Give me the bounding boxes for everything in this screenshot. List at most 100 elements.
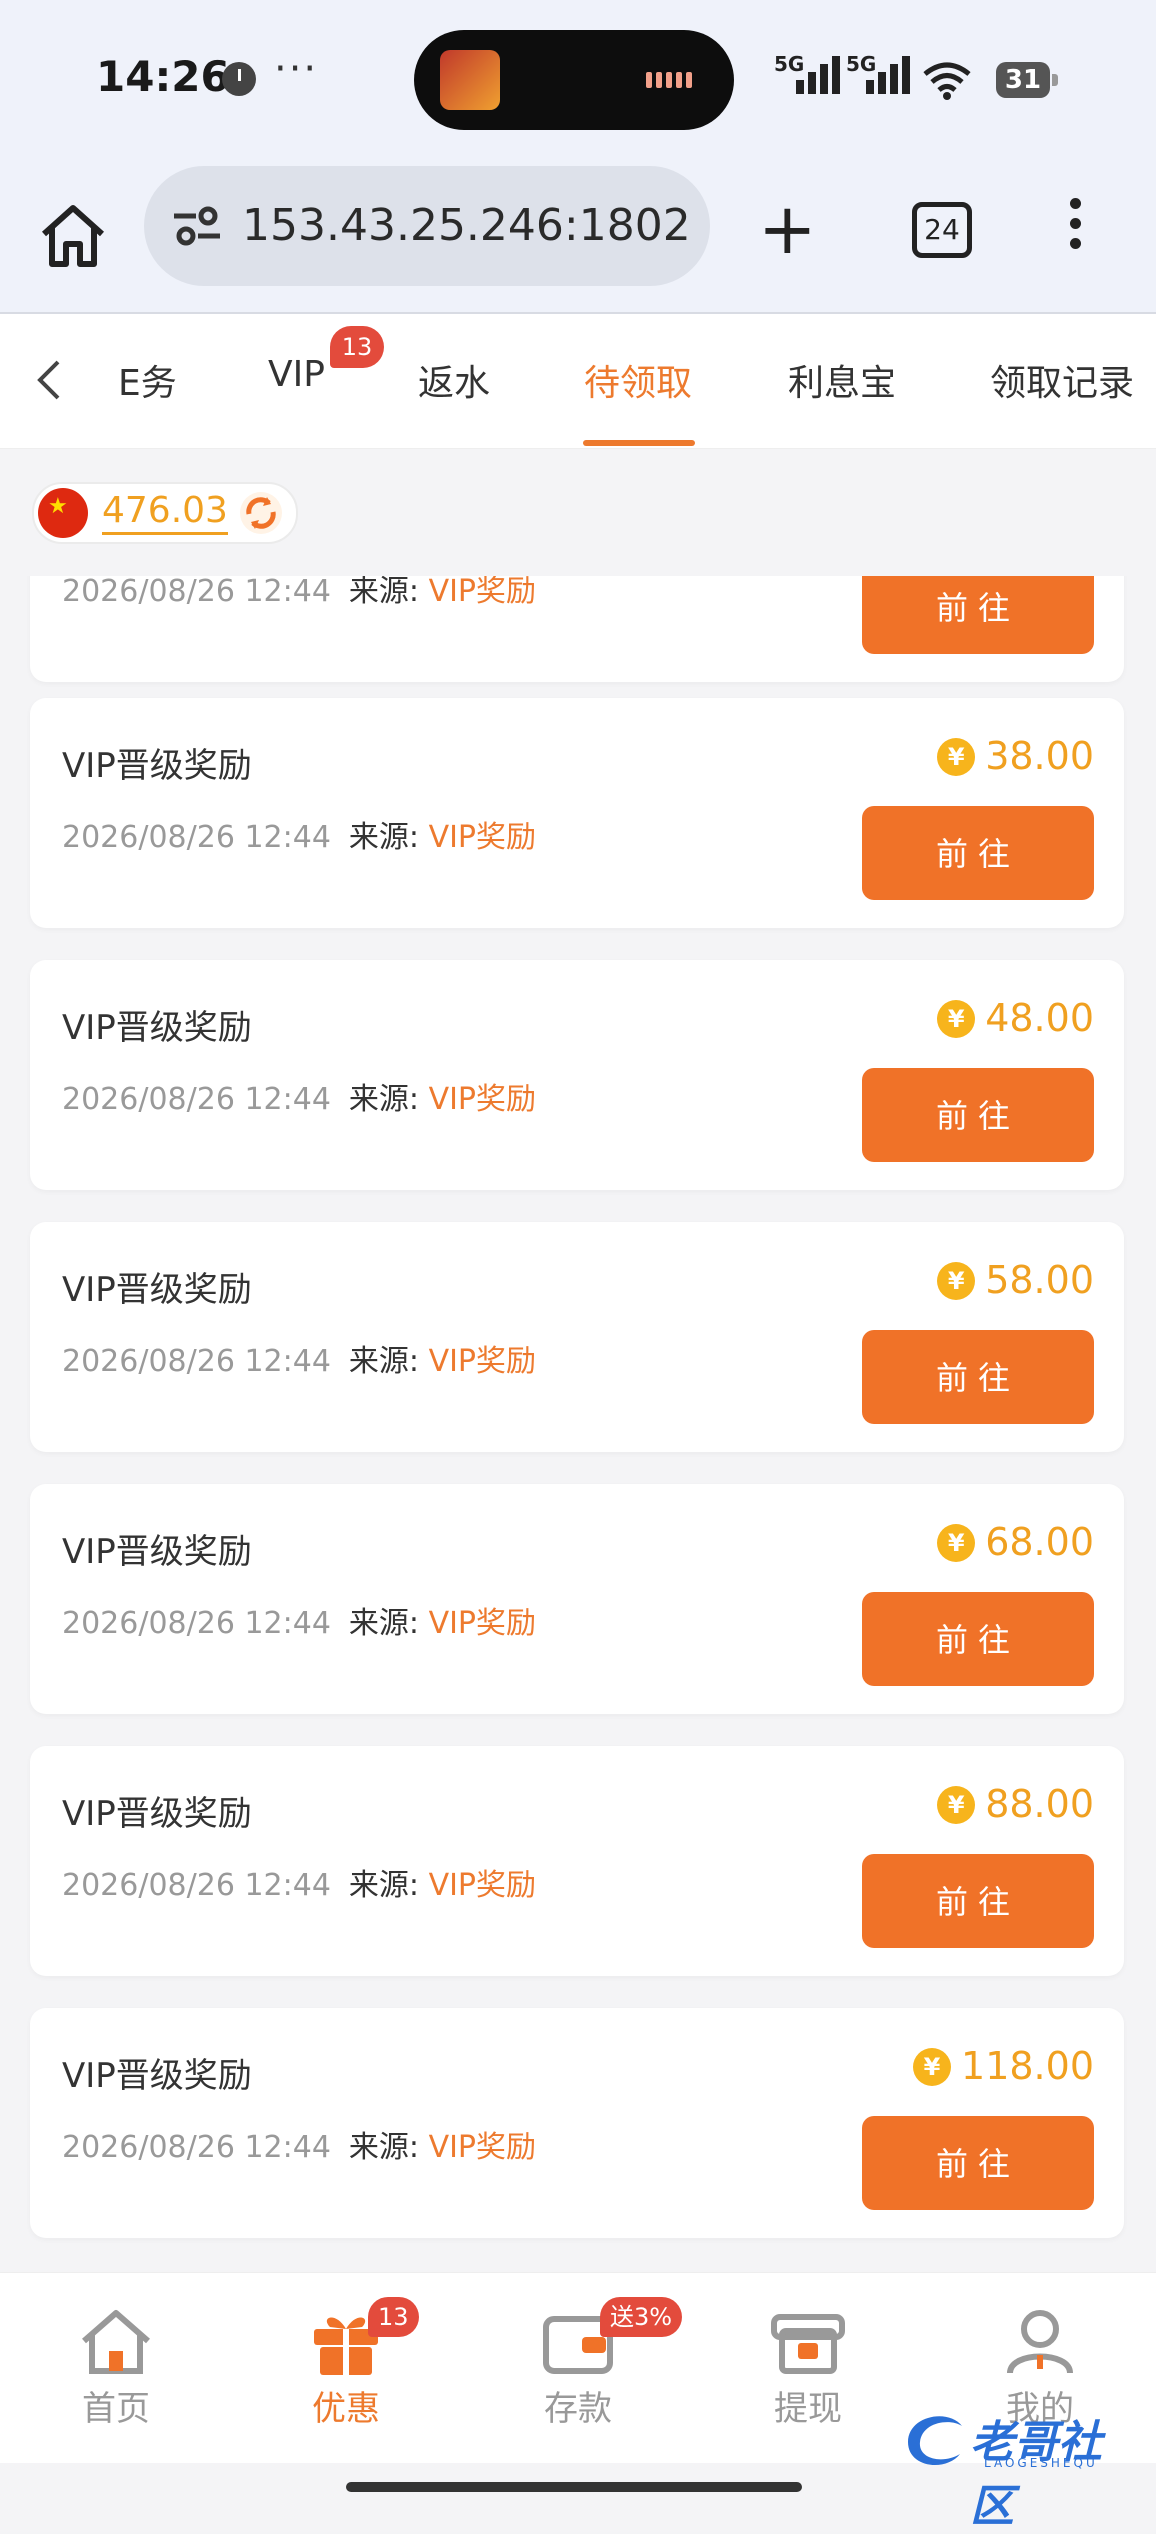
home-icon: [76, 2307, 156, 2377]
yen-coin-icon: ¥: [937, 738, 976, 776]
reward-amount: ¥118.00: [913, 2044, 1094, 2088]
watermark-subtext: LAOGESHEQU: [984, 2456, 1098, 2470]
tab-pending-claim[interactable]: 待领取: [584, 354, 692, 406]
source-label: 来源:: [348, 2130, 420, 2165]
battery-icon: 31: [996, 62, 1058, 98]
reward-title: VIP晋级奖励: [62, 2056, 252, 2096]
reward-amount: ¥58.00: [937, 1258, 1094, 1302]
source-value: VIP奖励: [428, 2130, 537, 2165]
source-label: 来源:: [348, 1868, 420, 1903]
reward-meta: 2026/08/26 12:44 来源: VIP奖励: [62, 1598, 536, 1642]
tab-claim-history[interactable]: 领取记录: [990, 354, 1134, 406]
vip-count-badge: 13: [330, 326, 384, 368]
yen-coin-icon: ¥: [937, 1786, 976, 1824]
reward-date: 2026/08/26 12:44: [62, 2130, 331, 2165]
community-watermark-logo: 老哥社区 LAOGESHEQU: [900, 2402, 1140, 2532]
go-button[interactable]: 前往: [862, 576, 1094, 654]
reward-meta: 2026/08/26 12:44 来源: VIP奖励: [62, 1860, 536, 1904]
go-button[interactable]: 前往: [862, 1068, 1094, 1162]
user-icon: [1000, 2307, 1080, 2377]
cash-icon: [768, 2307, 848, 2377]
reward-meta: 2026/08/26 12:44 来源: VIP奖励: [62, 576, 536, 610]
url-text[interactable]: 153.43.25.246:18025/: [242, 200, 694, 251]
reward-meta: 2026/08/26 12:44 来源: VIP奖励: [62, 1074, 536, 1118]
source-value: VIP奖励: [428, 1082, 537, 1117]
reward-meta: 2026/08/26 12:44 来源: VIP奖励: [62, 1336, 536, 1380]
home-icon[interactable]: [38, 202, 108, 270]
go-button[interactable]: 前往: [862, 1854, 1094, 1948]
source-label: 来源:: [348, 1344, 420, 1379]
reward-date: 2026/08/26 12:44: [62, 1082, 331, 1117]
reward-date: 2026/08/26 12:44: [62, 576, 331, 609]
deposit-bonus-badge: 送3%: [600, 2297, 683, 2337]
reward-card-partial: 2026/08/26 12:44 来源: VIP奖励 前往: [30, 576, 1124, 682]
reward-meta: 2026/08/26 12:44 来源: VIP奖励: [62, 2122, 536, 2166]
yen-coin-icon: ¥: [913, 2048, 952, 2086]
status-time: 14:26: [96, 52, 230, 101]
china-flag-icon: ★: [38, 488, 88, 538]
chevron-left-icon[interactable]: [34, 358, 64, 402]
balance-chip: ★ 476.03: [32, 482, 298, 544]
reward-amount: ¥48.00: [937, 996, 1094, 1040]
source-value: VIP奖励: [428, 820, 537, 855]
yen-coin-icon: ¥: [937, 1000, 976, 1038]
tab-tasks[interactable]: E务: [118, 354, 177, 406]
reward-date: 2026/08/26 12:44: [62, 1344, 331, 1379]
go-button[interactable]: 前往: [862, 1592, 1094, 1686]
nav-label: 存款: [544, 2389, 612, 2429]
nav-promotions[interactable]: 优惠 13: [276, 2297, 419, 2430]
reward-title: VIP晋级奖励: [62, 746, 252, 786]
go-button[interactable]: 前往: [862, 2116, 1094, 2210]
category-tabs: E务 VIP 13 返水 待领取 利息宝 领取记录: [0, 314, 1156, 449]
source-value: VIP奖励: [428, 1606, 537, 1641]
home-indicator[interactable]: [346, 2482, 802, 2492]
nav-home[interactable]: 首页: [46, 2307, 186, 2430]
source-value: VIP奖励: [428, 1868, 537, 1903]
nav-withdraw[interactable]: 提现: [738, 2307, 878, 2430]
reward-title: VIP晋级奖励: [62, 1794, 252, 1834]
audio-wave-icon: [646, 72, 702, 88]
reward-card: VIP晋级奖励 ¥58.00 2026/08/26 12:44 来源: VIP奖励…: [30, 1222, 1124, 1452]
reward-amount: ¥38.00: [937, 734, 1094, 778]
reward-card: VIP晋级奖励 ¥38.00 2026/08/26 12:44 来源: VIP奖励…: [30, 698, 1124, 928]
watermark-text: 老哥社区: [970, 2417, 1102, 2532]
tab-vip[interactable]: VIP: [268, 354, 325, 395]
reward-meta: 2026/08/26 12:44 来源: VIP奖励: [62, 812, 536, 856]
refresh-icon[interactable]: [238, 490, 284, 536]
balance-value: 476.03: [102, 490, 228, 535]
address-bar[interactable]: 153.43.25.246:18025/: [144, 166, 710, 286]
source-value: VIP奖励: [428, 576, 537, 609]
go-button[interactable]: 前往: [862, 806, 1094, 900]
source-label: 来源:: [348, 1606, 420, 1641]
reward-title: VIP晋级奖励: [62, 1532, 252, 1572]
reward-date: 2026/08/26 12:44: [62, 1868, 331, 1903]
media-thumbnail-icon: [440, 50, 500, 110]
reward-card: VIP晋级奖励 ¥118.00 2026/08/26 12:44 来源: VIP奖…: [30, 2008, 1124, 2238]
new-tab-icon[interactable]: +: [758, 194, 817, 264]
dynamic-island[interactable]: [414, 30, 734, 130]
promotions-badge: 13: [368, 2297, 419, 2337]
yen-coin-icon: ¥: [937, 1524, 976, 1562]
browser-menu-icon[interactable]: [1070, 198, 1082, 258]
nav-label: 首页: [82, 2389, 150, 2429]
tab-switcher-button[interactable]: 24: [912, 202, 972, 258]
reward-title: VIP晋级奖励: [62, 1008, 252, 1048]
reward-card: VIP晋级奖励 ¥68.00 2026/08/26 12:44 来源: VIP奖励…: [30, 1484, 1124, 1714]
nav-deposit[interactable]: 存款 送3%: [508, 2297, 683, 2430]
reward-amount: ¥88.00: [937, 1782, 1094, 1826]
site-settings-icon[interactable]: [170, 204, 224, 248]
active-tab-indicator: [583, 440, 695, 446]
tab-interest[interactable]: 利息宝: [788, 354, 896, 406]
nav-label: 提现: [774, 2389, 842, 2429]
wifi-icon: [922, 60, 972, 109]
reward-card: VIP晋级奖励 ¥88.00 2026/08/26 12:44 来源: VIP奖励…: [30, 1746, 1124, 1976]
reward-card: VIP晋级奖励 ¥48.00 2026/08/26 12:44 来源: VIP奖励…: [30, 960, 1124, 1190]
reward-amount: ¥68.00: [937, 1520, 1094, 1564]
signal-bars-icon: [866, 56, 914, 100]
tab-rebate[interactable]: 返水: [418, 354, 490, 406]
source-label: 来源:: [348, 820, 420, 855]
more-notifications-icon: ···: [274, 46, 319, 92]
go-button[interactable]: 前往: [862, 1330, 1094, 1424]
reward-list[interactable]: 2026/08/26 12:44 来源: VIP奖励 前往 VIP晋级奖励 ¥38…: [0, 576, 1156, 2272]
source-value: VIP奖励: [428, 1344, 537, 1379]
